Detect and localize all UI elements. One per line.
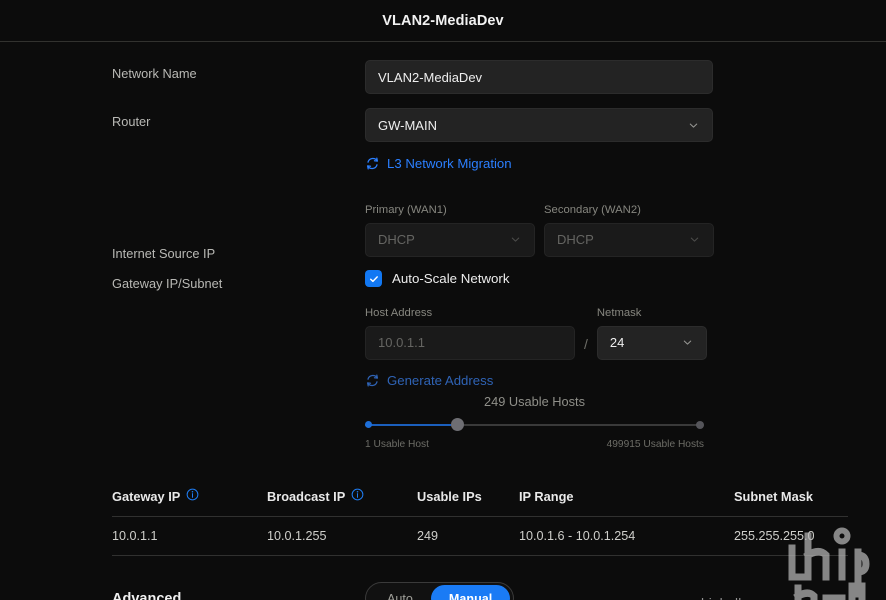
host-address-value: 10.0.1.1 bbox=[378, 335, 425, 351]
table-header-ip-range: IP Range bbox=[519, 488, 574, 504]
router-label: Router bbox=[112, 114, 151, 129]
usable-hosts-slider[interactable] bbox=[365, 418, 704, 432]
generate-address-label: Generate Address bbox=[387, 372, 494, 388]
chevron-down-icon bbox=[688, 233, 701, 246]
primary-wan-value: DHCP bbox=[378, 232, 415, 248]
table-header-gateway-ip-label: Gateway IP bbox=[112, 488, 181, 504]
auto-scale-network-checkbox[interactable] bbox=[365, 270, 382, 287]
network-settings-panel: VLAN2-MediaDev Network Name VLAN2-MediaD… bbox=[0, 0, 886, 600]
host-address-col: Host Address 10.0.1.1 bbox=[365, 307, 575, 360]
host-netmask-group: Host Address 10.0.1.1 / Netmask 24 bbox=[365, 307, 846, 360]
chevron-down-icon bbox=[687, 119, 700, 132]
usable-hosts-slider-wrap: 249 Usable Hosts 1 Usable Host 499915 Us… bbox=[365, 394, 704, 450]
network-name-field-wrap: VLAN2-MediaDev bbox=[365, 60, 846, 94]
host-netmask-separator: / bbox=[584, 335, 588, 352]
info-icon[interactable] bbox=[351, 488, 364, 504]
subnet-summary-table: Gateway IP Broadcast IP Usable IPs IP Ra… bbox=[112, 488, 848, 556]
cell-ip-range: 10.0.1.6 - 10.0.1.254 bbox=[519, 529, 636, 543]
l3-network-migration-link[interactable]: L3 Network Migration bbox=[365, 156, 846, 171]
advanced-title: Advanced bbox=[112, 590, 182, 600]
row-router: Router GW-MAIN L3 Network Migration bbox=[112, 108, 846, 171]
table-header-broadcast-ip: Broadcast IP bbox=[267, 488, 417, 504]
cell-usable-ips: 249 bbox=[417, 529, 439, 543]
advanced-mode-manual[interactable]: Manual bbox=[430, 585, 511, 600]
form-body: Network Name VLAN2-MediaDev Router GW-MA… bbox=[0, 42, 886, 600]
cell-broadcast-ip: 10.0.1.255 bbox=[267, 529, 327, 543]
netmask-caption: Netmask bbox=[596, 307, 642, 319]
row-network-name: Network Name VLAN2-MediaDev bbox=[112, 60, 846, 94]
router-value: GW-MAIN bbox=[378, 117, 437, 133]
slider-min-label: 1 Usable Host bbox=[365, 438, 429, 450]
page-title: VLAN2-MediaDev bbox=[382, 12, 504, 29]
netmask-select[interactable]: 24 bbox=[596, 325, 707, 360]
checkmark-icon bbox=[369, 275, 378, 282]
slider-min-dot bbox=[365, 421, 372, 429]
advanced-mode-auto[interactable]: Auto bbox=[369, 585, 431, 600]
slider-end-labels: 1 Usable Host 499915 Usable Hosts bbox=[365, 439, 704, 450]
l3-network-migration-label: L3 Network Migration bbox=[387, 156, 512, 171]
row-internet-source-ip: Internet Source IP Primary (WAN1) DHCP S… bbox=[112, 204, 846, 263]
refresh-sync-icon bbox=[365, 373, 380, 388]
auto-scale-network-label: Auto-Scale Network bbox=[392, 271, 510, 286]
secondary-wan-caption: Secondary (WAN2) bbox=[544, 204, 641, 216]
network-name-input[interactable]: VLAN2-MediaDev bbox=[365, 60, 713, 94]
primary-wan-caption: Primary (WAN1) bbox=[365, 204, 447, 216]
router-select[interactable]: GW-MAIN bbox=[365, 108, 713, 142]
router-field-wrap: GW-MAIN L3 Network Migration bbox=[365, 108, 846, 171]
secondary-wan-value: DHCP bbox=[557, 232, 594, 248]
watermark-text: www.chiphell.com bbox=[661, 596, 772, 600]
refresh-sync-icon bbox=[365, 156, 380, 171]
slider-track-fill bbox=[365, 423, 457, 426]
secondary-wan-col: Secondary (WAN2) DHCP bbox=[544, 204, 714, 257]
table-header-usable-ips: Usable IPs bbox=[417, 488, 482, 504]
table-header-subnet-mask: Subnet Mask bbox=[734, 488, 813, 504]
chiphell-logo-icon bbox=[782, 522, 870, 600]
table-header-row: Gateway IP Broadcast IP Usable IPs IP Ra… bbox=[112, 488, 848, 516]
row-gateway-subnet: Gateway IP/Subnet Auto-Scale Network Hos… bbox=[112, 270, 846, 450]
secondary-wan-select[interactable]: DHCP bbox=[544, 222, 714, 257]
advanced-mode-toggle[interactable]: Auto Manual bbox=[365, 582, 515, 600]
generate-address-link[interactable]: Generate Address bbox=[365, 373, 846, 388]
network-name-label: Network Name bbox=[112, 66, 197, 81]
auto-scale-network-checkbox-row[interactable]: Auto-Scale Network bbox=[365, 270, 846, 287]
gateway-subnet-label: Gateway IP/Subnet bbox=[112, 276, 223, 291]
table-row: 10.0.1.1 10.0.1.255 249 10.0.1.6 - 10.0.… bbox=[112, 517, 848, 555]
table-row-divider bbox=[112, 555, 848, 556]
table-header-broadcast-ip-label: Broadcast IP bbox=[267, 488, 346, 504]
table-header-gateway-ip: Gateway IP bbox=[112, 488, 267, 504]
chevron-down-icon bbox=[509, 233, 522, 246]
slider-thumb[interactable] bbox=[450, 418, 464, 432]
internet-source-ip-field-wrap: Primary (WAN1) DHCP Secondary (WAN2) DHC… bbox=[365, 204, 846, 257]
info-icon[interactable] bbox=[186, 488, 199, 504]
primary-wan-select[interactable]: DHCP bbox=[365, 222, 535, 257]
netmask-col: Netmask 24 bbox=[596, 307, 707, 360]
host-address-caption: Host Address bbox=[365, 307, 433, 319]
netmask-value: 24 bbox=[609, 335, 625, 351]
chevron-down-icon bbox=[681, 336, 694, 349]
wan-dropdown-group: Primary (WAN1) DHCP Secondary (WAN2) DHC… bbox=[365, 204, 846, 257]
gateway-subnet-field-wrap: Auto-Scale Network Host Address 10.0.1.1… bbox=[365, 270, 846, 450]
network-name-value: VLAN2-MediaDev bbox=[378, 69, 483, 85]
primary-wan-col: Primary (WAN1) DHCP bbox=[365, 204, 535, 257]
slider-max-label: 499915 Usable Hosts bbox=[606, 438, 704, 450]
internet-source-ip-label: Internet Source IP bbox=[112, 246, 216, 261]
titlebar: VLAN2-MediaDev bbox=[0, 0, 886, 42]
usable-hosts-value-label: 249 Usable Hosts bbox=[483, 393, 585, 409]
slider-max-dot bbox=[696, 420, 704, 429]
host-address-input[interactable]: 10.0.1.1 bbox=[365, 325, 575, 360]
cell-gateway-ip: 10.0.1.1 bbox=[112, 529, 158, 543]
